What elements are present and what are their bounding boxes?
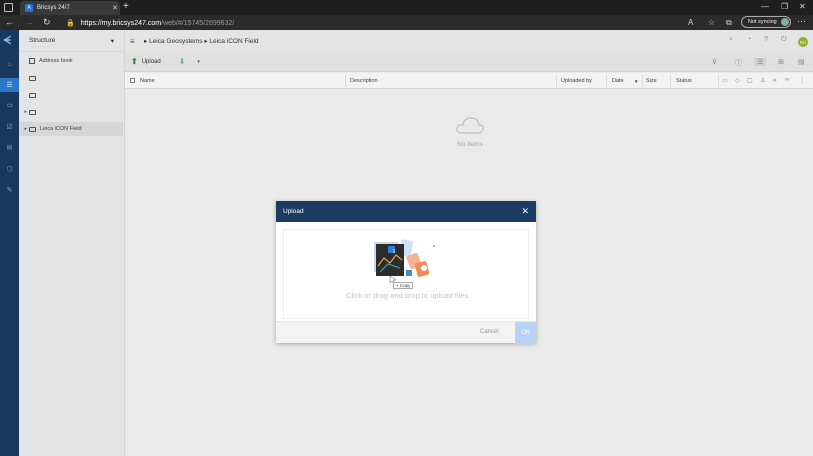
minimize-icon[interactable]: —: [761, 2, 769, 11]
forward-icon[interactable]: →: [25, 17, 34, 27]
upload-dropzone[interactable]: 1 + Copy Click or drag and drop to uploa…: [283, 229, 529, 319]
url-field[interactable]: 🔒 https://my.bricsys247.com/web/#/15745/…: [66, 18, 234, 28]
lock-icon: 🔒: [66, 20, 75, 27]
sidebar-toggle-icon[interactable]: [4, 3, 13, 12]
tab-title: Bricsys 24/7: [37, 5, 70, 11]
browser-menu-icon[interactable]: ···: [797, 16, 806, 26]
drag-count: 1: [392, 249, 396, 255]
browser-tab-bar: A Bricsys 24/7 ✕ + — ❐ ✕: [0, 0, 813, 15]
refresh-icon[interactable]: ↻: [43, 17, 51, 28]
upload-illustration-icon: [374, 239, 435, 285]
tab-close-icon[interactable]: ✕: [110, 4, 120, 12]
favorites-icon[interactable]: ☆: [708, 18, 715, 27]
restore-icon[interactable]: ❐: [781, 2, 788, 11]
cancel-button[interactable]: Cancel: [480, 329, 499, 335]
close-icon[interactable]: ✕: [521, 206, 529, 217]
drop-instructions: Click or drag and drop to upload files: [345, 291, 469, 300]
ok-button[interactable]: OK: [515, 322, 536, 344]
window-close-icon[interactable]: ✕: [799, 2, 806, 11]
address-bar: ← → ↻ 🔒 https://my.bricsys247.com/web/#/…: [0, 15, 813, 30]
bricsys-favicon-icon: A: [25, 4, 33, 12]
read-aloud-icon[interactable]: A: [688, 18, 693, 27]
dialog-footer: Cancel OK: [276, 321, 536, 344]
dialog-header: Upload ✕: [276, 201, 536, 222]
upload-dialog: Upload ✕ 1 + Copy Click or drag and drop…: [276, 201, 536, 344]
copy-badge: + Copy: [393, 282, 414, 289]
sync-label: Not syncing: [748, 19, 777, 25]
browser-tab[interactable]: A Bricsys 24/7 ✕: [20, 1, 120, 15]
collections-icon[interactable]: ⧉: [726, 18, 732, 28]
profile-avatar: [780, 18, 789, 26]
url-path: /web/#/15745/2699632/: [161, 19, 235, 27]
url-host: https://my.bricsys247.com: [80, 19, 162, 27]
back-icon[interactable]: ←: [5, 17, 14, 27]
sync-button[interactable]: Not syncing: [741, 16, 791, 28]
new-tab-button[interactable]: +: [123, 1, 129, 12]
dialog-title: Upload: [283, 208, 304, 215]
